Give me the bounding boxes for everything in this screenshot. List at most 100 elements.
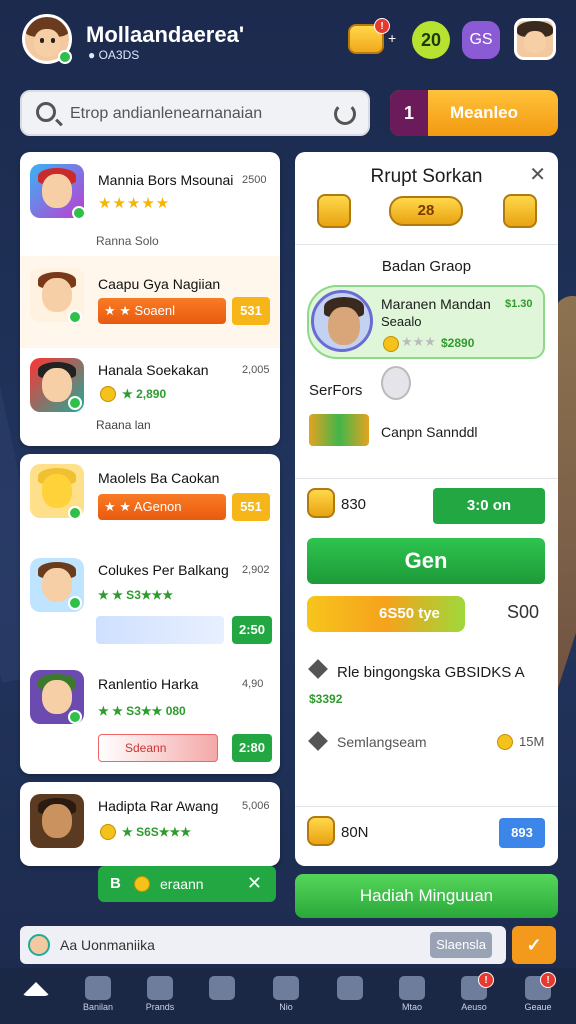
puzzle-icon <box>209 976 235 1000</box>
coin-icon <box>134 876 150 892</box>
chat-text: Aa Uonmaniika <box>60 937 155 953</box>
friends-icon <box>147 976 173 1000</box>
progress-value: S00 <box>507 602 540 622</box>
bar-label: ★ ★ Soaenl <box>104 303 176 318</box>
check-button[interactable]: ✓ <box>512 926 556 964</box>
coin-icon <box>100 824 116 840</box>
player-score: 4,90 <box>242 678 264 690</box>
online-indicator <box>68 506 82 520</box>
window-icon <box>337 976 363 1000</box>
list-item[interactable]: Colukes Per Balkang 2,902 ★ ★ S3★★★ 2:50 <box>20 550 280 654</box>
serfors-label: SerFors <box>309 382 363 399</box>
book-icon <box>399 976 425 1000</box>
player-stat: ★ ★ S3★★★ <box>98 588 174 602</box>
chat-input[interactable]: Aa Uonmaniika Slaensla <box>20 926 506 964</box>
search-placeholder: Etrop andianlenearnanaian <box>70 105 263 122</box>
weekly-reward-button[interactable]: Hadiah Minguuan <box>295 874 558 918</box>
info-line-2-value: 15M <box>519 734 545 749</box>
level-badge[interactable]: 20 <box>412 21 450 59</box>
profile-stars: ★★★ <box>401 334 436 349</box>
plus-icon[interactable]: + <box>388 30 396 46</box>
list-item[interactable]: Hadipta Rar Awang 5,006 ★ S6S★★★ <box>20 782 280 866</box>
coin-icon <box>497 734 513 750</box>
nav-item[interactable]: Geaue <box>506 968 570 1024</box>
group-panel: Rrupt Sorkan ✕ 28 Badan Graop Maranen Ma… <box>295 152 558 866</box>
friend-avatar[interactable] <box>514 18 556 60</box>
green-action-button[interactable]: 3:0 on <box>433 488 545 524</box>
blue-action-button[interactable]: 893 <box>499 818 545 848</box>
nav-item[interactable]: Aeuso <box>442 968 506 1024</box>
toast-popup[interactable]: B eraann ✕ <box>98 866 276 902</box>
user-name: Mollaandaerea' <box>86 22 245 47</box>
search-button-label: Meanleo <box>450 103 519 122</box>
player-stat: ★ ★ S3★★ 080 <box>98 704 186 718</box>
notification-badge: ! <box>478 972 494 988</box>
medal-icon[interactable] <box>317 194 351 228</box>
profile-name: Maranen Mandan <box>381 296 491 312</box>
close-icon[interactable]: ✕ <box>247 873 262 894</box>
value-button[interactable]: 2:50 <box>232 616 272 644</box>
header: Mollaandaerea' ● OA3DS ! + 20 GS <box>0 0 576 80</box>
coin-icon <box>383 336 399 352</box>
player-name: Hanala Soekakan <box>98 362 209 378</box>
nav-item[interactable] <box>318 968 382 1024</box>
list-item[interactable]: Maolels Ba Caokan ★ ★ AGenon 551 <box>20 454 280 546</box>
player-score: 2,005 <box>242 364 270 376</box>
nav-item[interactable]: Prands <box>128 968 192 1024</box>
player-icon <box>30 794 84 848</box>
gen-button[interactable]: Gen <box>307 538 545 584</box>
player-name: Maolels Ba Caokan <box>98 470 220 486</box>
online-indicator <box>68 396 82 410</box>
nav-home[interactable] <box>4 968 68 1024</box>
info-line-2: Semlangseam <box>337 734 427 750</box>
value-button[interactable]: 531 <box>232 297 270 325</box>
online-indicator <box>72 206 86 220</box>
item-strip-label: Sdeann <box>125 741 167 755</box>
chat-avatar <box>28 934 50 956</box>
row-value: 80N <box>341 824 369 841</box>
divider <box>295 478 558 479</box>
online-indicator <box>68 596 82 610</box>
list-item[interactable]: Ranlentio Harka 4,90 ★ ★ S3★★ 080 Sdeann… <box>20 660 280 772</box>
player-name: Ranlentio Harka <box>98 676 199 692</box>
info-line-1-value: $3392 <box>309 692 343 706</box>
search-button[interactable]: 1 Meanleo <box>390 90 558 136</box>
medal-icon <box>307 816 335 846</box>
star-rating: ★★★★★ <box>98 195 171 212</box>
nav-item[interactable] <box>190 968 254 1024</box>
coin-icon <box>100 386 116 402</box>
player-score: 5,006 <box>242 800 270 812</box>
player-stat: ★ 2,890 <box>122 387 167 401</box>
player-card-group: Hadipta Rar Awang 5,006 ★ S6S★★★ <box>20 782 280 866</box>
player-name: Caapu Gya Nagiian <box>98 276 221 292</box>
nav-item[interactable]: Mtao <box>380 968 444 1024</box>
medal-icon[interactable] <box>503 194 537 228</box>
medal-icon <box>307 488 335 518</box>
nav-item[interactable]: Banilan <box>66 968 130 1024</box>
refresh-icon[interactable] <box>334 103 356 125</box>
panel-title: Rrupt Sorkan <box>370 166 483 187</box>
gift-icon <box>309 414 369 446</box>
player-score: 2,902 <box>242 564 270 576</box>
list-item[interactable]: Caapu Gya Nagiian ★ ★ Soaenl 531 <box>20 256 280 348</box>
gs-badge[interactable]: GS <box>462 21 500 59</box>
list-item[interactable]: Hanala Soekakan 2,005 ★ 2,890 Raana lan <box>20 350 280 444</box>
player-stat: ★ S6S★★★ <box>122 825 192 839</box>
close-icon[interactable]: ✕ <box>529 162 546 187</box>
nav-item[interactable]: Nio <box>254 968 318 1024</box>
search-bar[interactable]: Etrop andianlenearnanaian <box>20 90 370 136</box>
item-strip: Sdeann <box>98 734 218 762</box>
bar-label: ★ ★ AGenon <box>104 499 182 514</box>
value-button[interactable]: 551 <box>232 493 270 521</box>
notification-badge: ! <box>540 972 556 988</box>
player-name: Mannia Bors Msounai <box>98 172 234 188</box>
send-button[interactable]: Slaensla <box>430 932 492 958</box>
value-button[interactable]: 2:80 <box>232 734 272 762</box>
profile-name-2: Seaalo <box>381 314 422 329</box>
list-item[interactable]: Mannia Bors Msounai 2500 ★★★★★ Ranna Sol… <box>20 152 280 252</box>
tag-icon <box>308 659 328 679</box>
player-sub: Ranna Solo <box>96 234 159 248</box>
canpn-label: Canpn Sannddl <box>381 424 478 440</box>
orange-bar: ★ ★ Soaenl <box>98 298 226 324</box>
toast-badge: B <box>110 875 121 892</box>
